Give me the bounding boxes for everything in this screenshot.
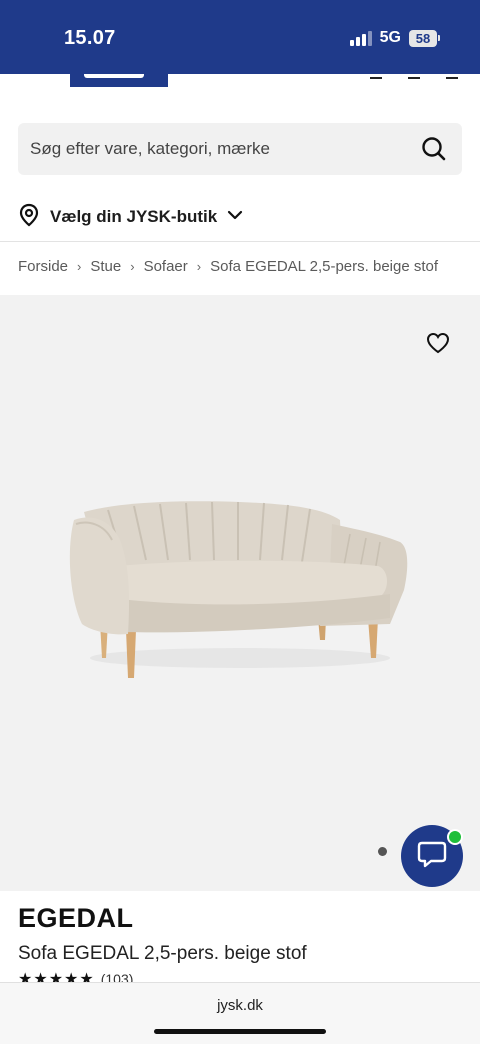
network-type: 5G (379, 29, 401, 46)
browser-address-bar[interactable]: jysk.dk (0, 982, 480, 1044)
breadcrumb: Forside › Stue › Sofaer › Sofa EGEDAL 2,… (18, 258, 438, 275)
breadcrumb-item-forside[interactable]: Forside (18, 258, 68, 275)
breadcrumb-item-stue[interactable]: Stue (90, 258, 121, 275)
home-indicator[interactable] (154, 1029, 326, 1034)
cart-icon[interactable] (446, 74, 458, 79)
search-bar[interactable]: Søg efter vare, kategori, mærke (18, 123, 462, 175)
chevron-right-icon: › (77, 259, 82, 274)
browser-url[interactable]: jysk.dk (0, 997, 480, 1014)
heart-icon[interactable] (424, 330, 452, 356)
jysk-logo[interactable] (70, 74, 168, 87)
location-pin-icon (18, 203, 40, 232)
product-brand: EGEDAL (18, 903, 134, 933)
carousel-dot-active[interactable] (378, 847, 387, 856)
chat-bubble-icon (416, 839, 448, 874)
breadcrumb-item-sofaer[interactable]: Sofaer (144, 258, 188, 275)
signal-icon (349, 30, 372, 46)
menu-icon[interactable] (370, 74, 382, 79)
site-header (0, 74, 480, 90)
breadcrumb-item-current: Sofa EGEDAL 2,5-pers. beige stof (210, 258, 439, 275)
store-selector-label[interactable]: Vælg din JYSK-butik (50, 207, 217, 227)
search-icon[interactable] (420, 135, 448, 163)
chevron-right-icon: › (130, 259, 135, 274)
status-time: 15.07 (64, 27, 116, 49)
battery-level: 58 (409, 29, 437, 47)
account-icon[interactable] (408, 74, 420, 79)
header-icons (370, 74, 458, 79)
online-status-dot (447, 829, 463, 845)
product-title: Sofa EGEDAL 2,5-pers. beige stof (18, 943, 307, 964)
status-indicators: 5G 58 (349, 29, 440, 47)
divider (0, 241, 480, 242)
chevron-down-icon (227, 208, 243, 226)
product-photo-sofa (60, 490, 420, 695)
chevron-right-icon: › (196, 259, 202, 274)
status-bar: 15.07 5G 58 (0, 0, 480, 74)
search-input[interactable]: Søg efter vare, kategori, mærke (30, 139, 420, 159)
store-selector[interactable]: Vælg din JYSK-butik (18, 202, 243, 232)
battery-icon: 58 (409, 29, 440, 47)
